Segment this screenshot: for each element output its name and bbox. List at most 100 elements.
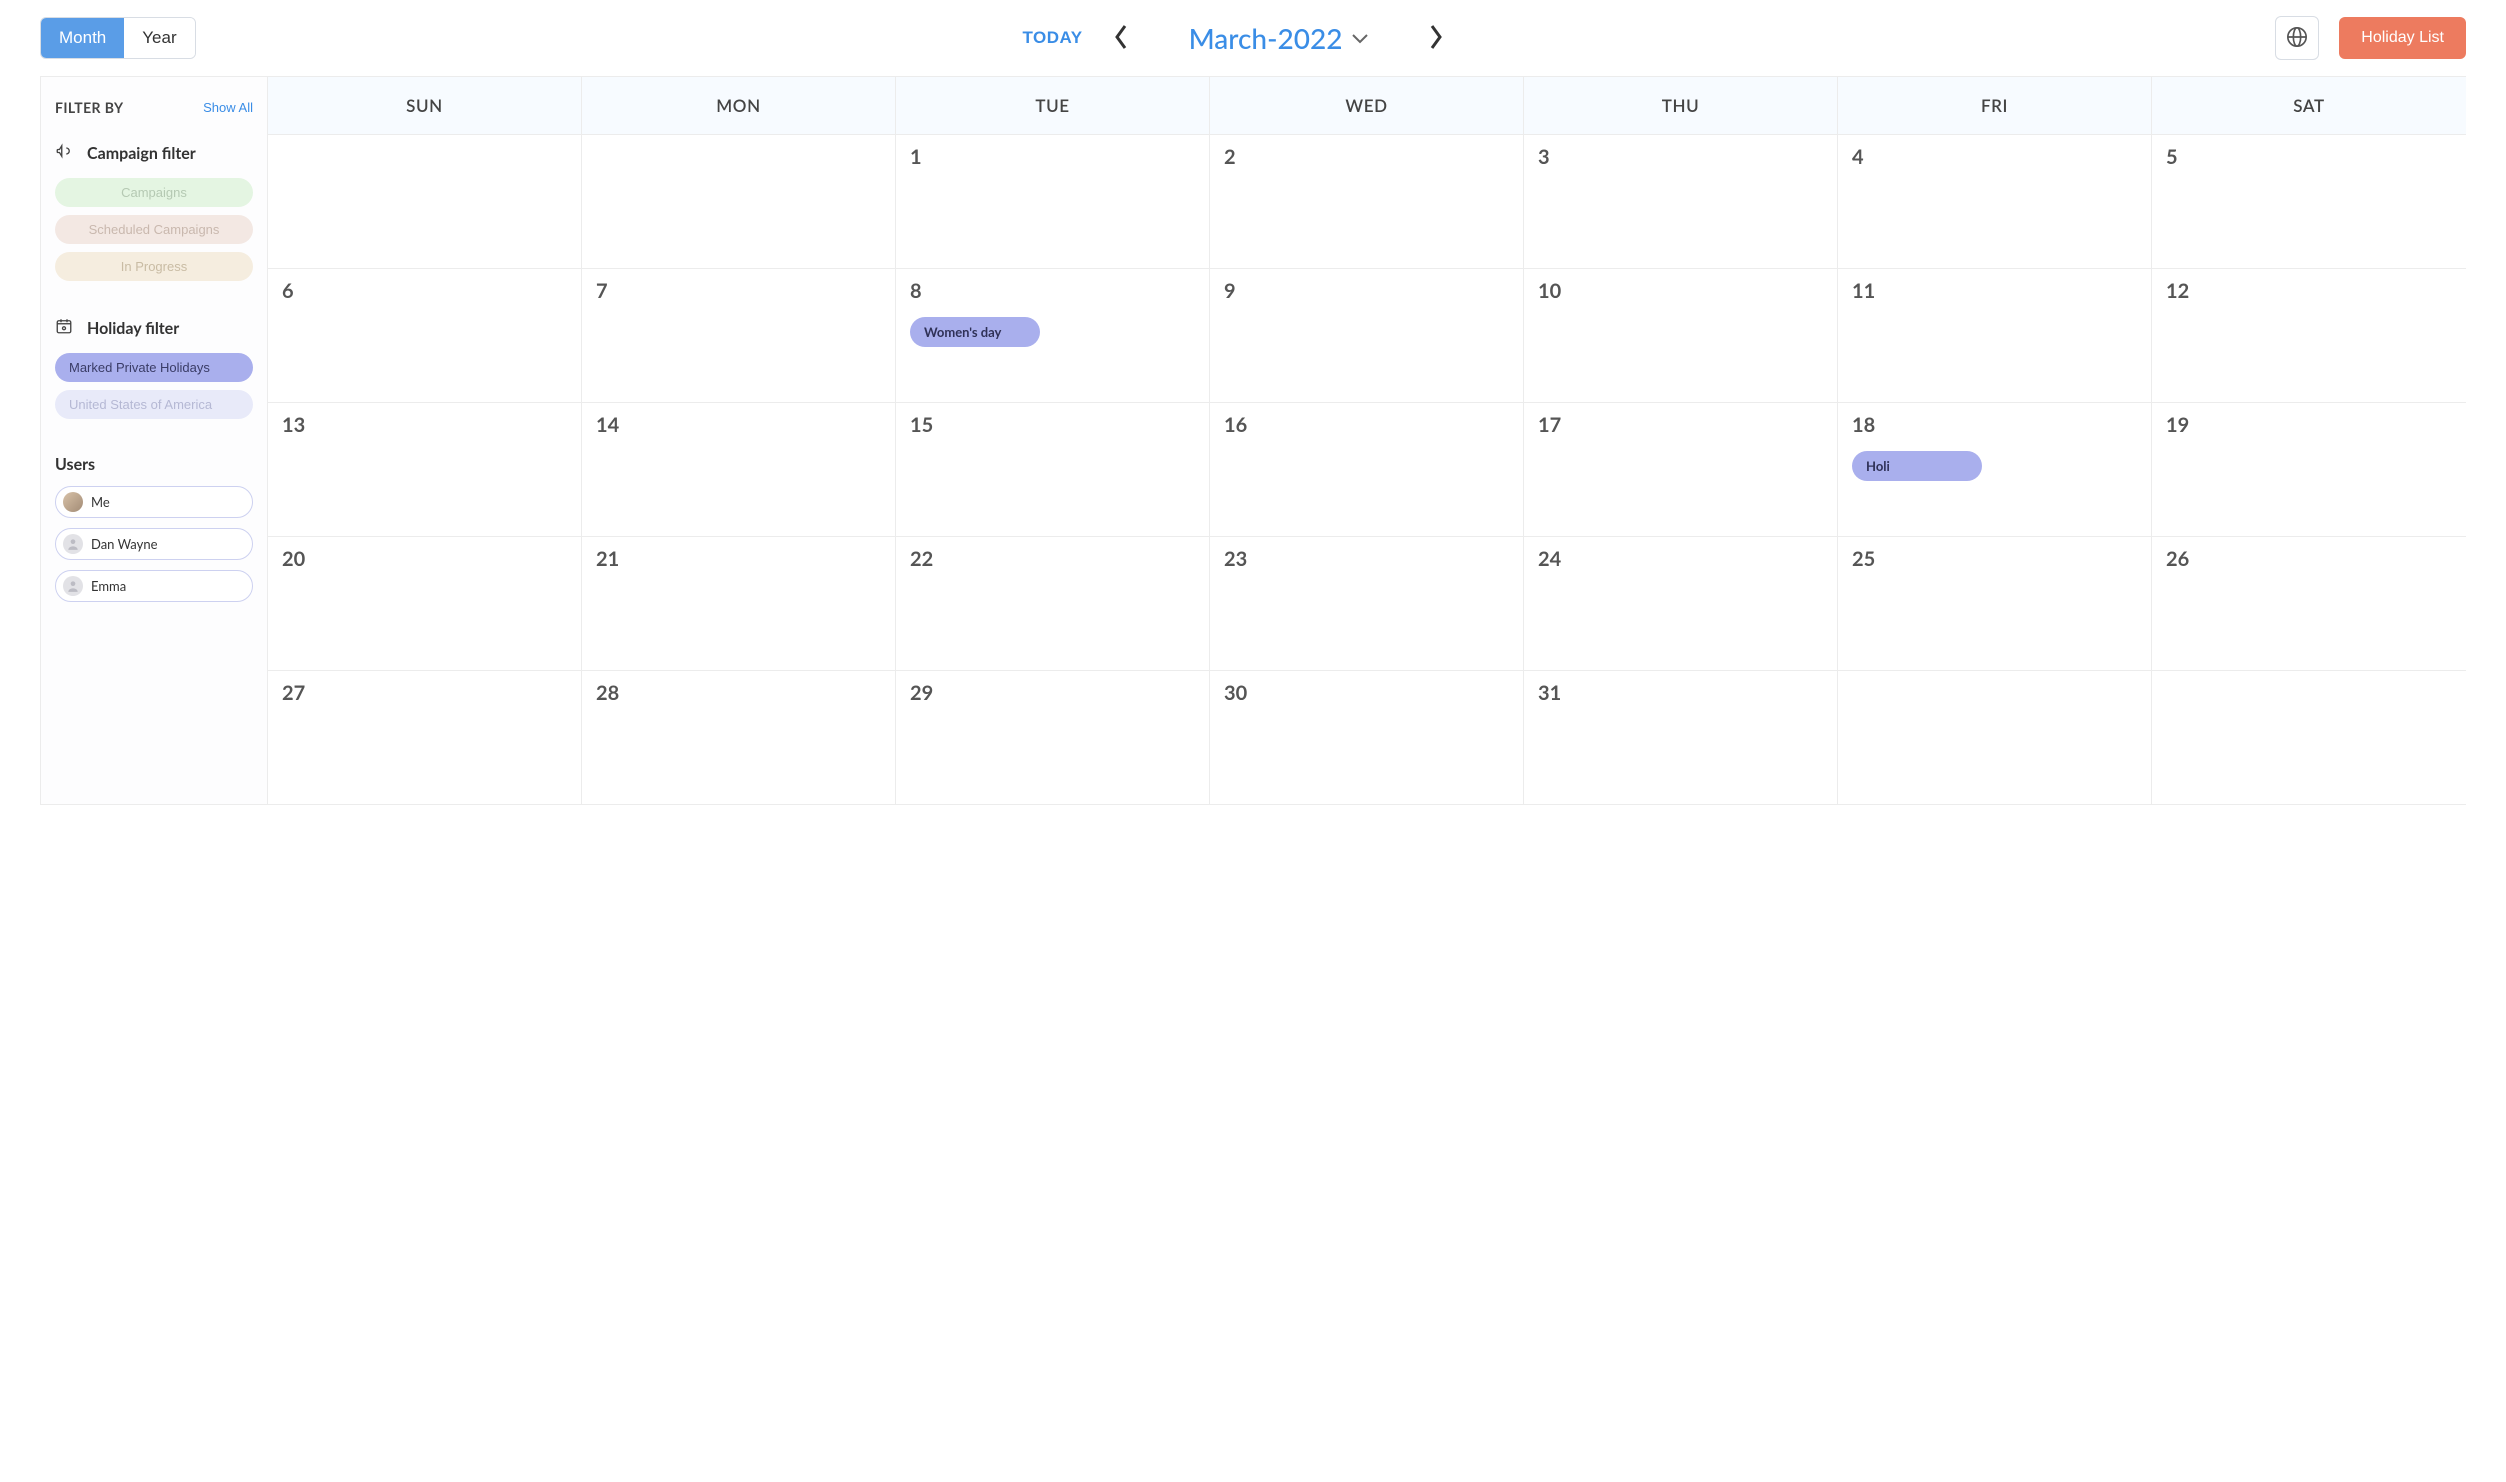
- today-button[interactable]: TODAY: [1022, 28, 1082, 48]
- users-label: Users: [55, 455, 95, 474]
- user-chip-me[interactable]: Me: [55, 486, 253, 518]
- user-name: Dan Wayne: [91, 536, 157, 552]
- day-cell[interactable]: 15: [896, 403, 1210, 537]
- week-row: 123 45: [268, 135, 2466, 269]
- day-cell[interactable]: 19: [2152, 403, 2466, 537]
- dow-fri: FRI: [1838, 77, 2152, 135]
- day-number: 20: [282, 547, 571, 571]
- chevron-down-icon: [1352, 29, 1368, 48]
- campaign-filter-section: Campaign filter Campaigns Scheduled Camp…: [55, 142, 253, 281]
- day-cell[interactable]: 30: [1210, 671, 1524, 805]
- day-number: 15: [910, 413, 1199, 437]
- user-name: Emma: [91, 578, 126, 594]
- holiday-filter-label: Holiday filter: [87, 319, 179, 338]
- next-month-button[interactable]: [1424, 20, 1448, 57]
- show-all-button[interactable]: Show All: [203, 100, 253, 115]
- day-cell: [268, 135, 582, 269]
- day-number: 17: [1538, 413, 1827, 437]
- day-cell: [582, 135, 896, 269]
- month-selector[interactable]: March-2022: [1189, 21, 1369, 55]
- day-number: 10: [1538, 279, 1827, 303]
- day-cell[interactable]: 25: [1838, 537, 2152, 671]
- day-cell[interactable]: 12: [2152, 269, 2466, 403]
- day-cell[interactable]: 27: [268, 671, 582, 805]
- day-number: 30: [1224, 681, 1513, 705]
- day-of-week-row: SUN MON TUE WED THU FRI SAT: [268, 77, 2466, 135]
- users-title: Users: [55, 455, 253, 474]
- week-row: 2728 29 30 31: [268, 671, 2466, 805]
- header: Month Year TODAY March-2022: [40, 16, 2466, 76]
- calendar-weeks: 12345678Women's day9101112131415161718Ho…: [268, 135, 2466, 805]
- globe-icon: [2286, 26, 2308, 51]
- user-chip-emma[interactable]: Emma: [55, 570, 253, 602]
- day-number: 16: [1224, 413, 1513, 437]
- header-right: Holiday List: [2275, 16, 2466, 60]
- chevron-right-icon: [1428, 38, 1444, 53]
- day-cell[interactable]: 29: [896, 671, 1210, 805]
- day-cell[interactable]: 17: [1524, 403, 1838, 537]
- dow-sun: SUN: [268, 77, 582, 135]
- day-number: 7: [596, 279, 885, 303]
- globe-button[interactable]: [2275, 16, 2319, 60]
- users-section: Users Me Dan Wayne Emma: [55, 455, 253, 602]
- day-cell[interactable]: 3: [1524, 135, 1838, 269]
- sidebar: FILTER BY Show All Campaign filter Campa…: [40, 77, 268, 805]
- day-cell[interactable]: 9: [1210, 269, 1524, 403]
- day-cell: [2152, 671, 2466, 805]
- day-cell[interactable]: 24: [1524, 537, 1838, 671]
- day-cell[interactable]: 4: [1838, 135, 2152, 269]
- content: FILTER BY Show All Campaign filter Campa…: [40, 76, 2466, 805]
- calendar-event[interactable]: Women's day: [910, 317, 1040, 347]
- holiday-filter-section: Holiday filter Marked Private Holidays U…: [55, 317, 253, 419]
- chevron-left-icon: [1113, 38, 1129, 53]
- day-cell[interactable]: 31: [1524, 671, 1838, 805]
- prev-month-button[interactable]: [1109, 20, 1133, 57]
- day-number: 1: [910, 145, 1199, 169]
- filter-pill-usa[interactable]: United States of America: [55, 390, 253, 419]
- day-cell[interactable]: 11: [1838, 269, 2152, 403]
- day-cell[interactable]: 18Holi: [1838, 403, 2152, 537]
- filter-pill-inprogress[interactable]: In Progress: [55, 252, 253, 281]
- day-cell[interactable]: 28: [582, 671, 896, 805]
- day-cell[interactable]: 7: [582, 269, 896, 403]
- user-chip-dan[interactable]: Dan Wayne: [55, 528, 253, 560]
- day-number: 12: [2166, 279, 2456, 303]
- day-number: 26: [2166, 547, 2456, 571]
- dow-mon: MON: [582, 77, 896, 135]
- header-center: TODAY March-2022: [1022, 20, 1448, 57]
- day-cell[interactable]: 22: [896, 537, 1210, 671]
- view-year-button[interactable]: Year: [124, 18, 194, 58]
- campaign-filter-label: Campaign filter: [87, 144, 196, 163]
- day-number: 4: [1852, 145, 2141, 169]
- calendar: SUN MON TUE WED THU FRI SAT 12345678Wome…: [268, 77, 2466, 805]
- calendar-event[interactable]: Holi: [1852, 451, 1982, 481]
- day-cell[interactable]: 1: [896, 135, 1210, 269]
- holiday-list-button[interactable]: Holiday List: [2339, 17, 2466, 59]
- day-cell[interactable]: 16: [1210, 403, 1524, 537]
- view-toggle: Month Year: [40, 17, 196, 59]
- week-row: 67 8Women's day9 10 11 12: [268, 269, 2466, 403]
- holiday-filter-title: Holiday filter: [55, 317, 253, 339]
- day-cell[interactable]: 26: [2152, 537, 2466, 671]
- day-cell[interactable]: 2: [1210, 135, 1524, 269]
- filter-pill-campaigns[interactable]: Campaigns: [55, 178, 253, 207]
- dow-wed: WED: [1210, 77, 1524, 135]
- filter-pill-scheduled[interactable]: Scheduled Campaigns: [55, 215, 253, 244]
- day-number: 3: [1538, 145, 1827, 169]
- day-cell[interactable]: 21: [582, 537, 896, 671]
- day-cell[interactable]: 14: [582, 403, 896, 537]
- filter-pill-marked-holidays[interactable]: Marked Private Holidays: [55, 353, 253, 382]
- day-cell[interactable]: 13: [268, 403, 582, 537]
- day-cell[interactable]: 5: [2152, 135, 2466, 269]
- day-cell[interactable]: 23: [1210, 537, 1524, 671]
- day-cell[interactable]: 8Women's day: [896, 269, 1210, 403]
- filter-by-label: FILTER BY: [55, 99, 124, 116]
- day-cell[interactable]: 6: [268, 269, 582, 403]
- view-month-button[interactable]: Month: [41, 18, 124, 58]
- week-row: 1314 15 16 17 18Holi19: [268, 403, 2466, 537]
- day-number: 23: [1224, 547, 1513, 571]
- day-cell[interactable]: 10: [1524, 269, 1838, 403]
- day-cell[interactable]: 20: [268, 537, 582, 671]
- week-row: 20 2122 23 2425 26: [268, 537, 2466, 671]
- day-number: 29: [910, 681, 1199, 705]
